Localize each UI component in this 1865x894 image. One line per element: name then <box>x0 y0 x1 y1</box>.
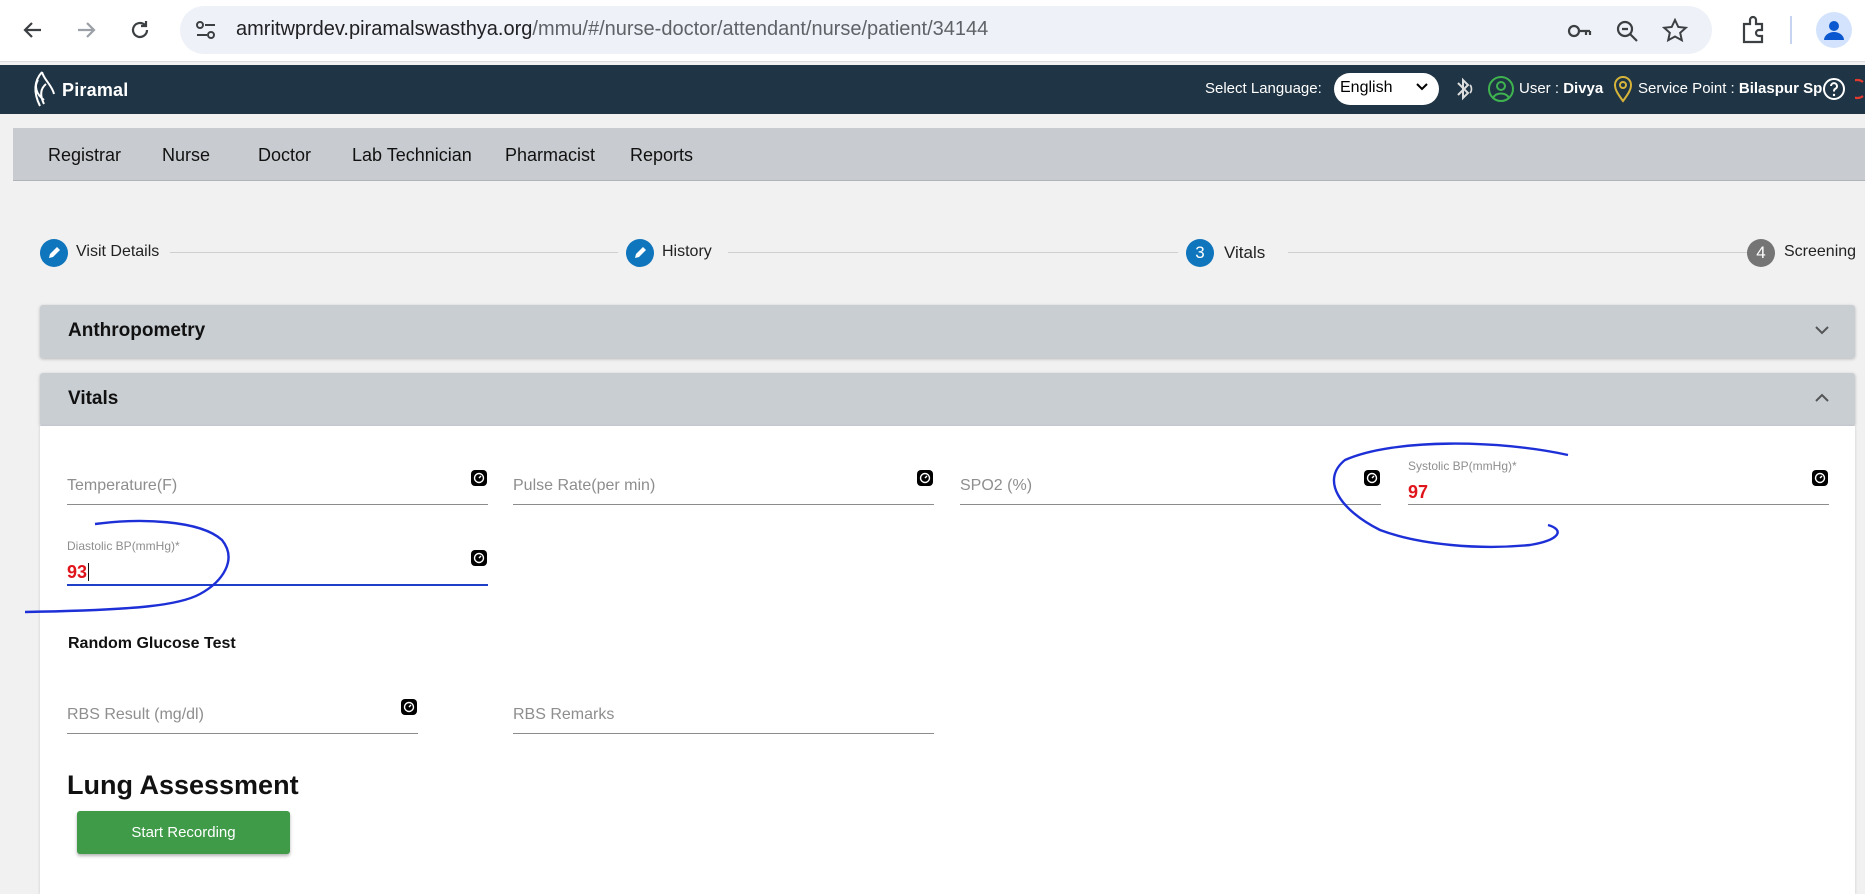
app-header: Piramal Select Language: English User : … <box>0 65 1865 114</box>
menu-item-pharmacist[interactable]: Pharmacist <box>505 145 595 166</box>
logout-icon[interactable] <box>1855 77 1865 101</box>
address-bar[interactable]: amritwprdev.piramalswasthya.org/mmu/#/nu… <box>180 6 1712 54</box>
help-icon[interactable] <box>1822 77 1846 101</box>
chevron-down-icon[interactable] <box>1813 321 1831 339</box>
start-recording-button[interactable]: Start Recording <box>77 811 290 854</box>
user-info: User : Divya <box>1519 80 1604 97</box>
vitals-panel-header[interactable]: Vitals <box>40 373 1855 426</box>
chevron-down-icon <box>1416 83 1428 91</box>
back-icon[interactable] <box>17 14 49 46</box>
systolic-bp-field[interactable]: Systolic BP(mmHg)* 97 <box>1408 459 1829 505</box>
site-settings-icon[interactable] <box>194 18 218 42</box>
piramal-logo: Piramal <box>28 70 128 110</box>
browser-toolbar: amritwprdev.piramalswasthya.org/mmu/#/nu… <box>0 0 1865 62</box>
toolbar-divider <box>1790 16 1792 44</box>
password-key-icon[interactable] <box>1566 18 1592 44</box>
step-connector <box>170 252 618 253</box>
device-info-icon[interactable] <box>470 549 488 567</box>
device-info-icon[interactable] <box>400 698 418 716</box>
reload-icon[interactable] <box>124 14 156 46</box>
menu-item-registrar[interactable]: Registrar <box>48 145 121 166</box>
step-history[interactable]: History <box>662 243 712 261</box>
select-language-label: Select Language: <box>1205 80 1322 97</box>
systolic-bp-value: 97 <box>1408 482 1429 502</box>
bluetooth-icon[interactable] <box>1450 76 1476 102</box>
diastolic-bp-label: Diastolic BP(mmHg)* <box>67 539 180 553</box>
anthropometry-panel-header[interactable]: Anthropometry <box>40 305 1855 358</box>
step-connector <box>1288 252 1748 253</box>
visit-stepper: Visit Details History 3 Vitals 4 Screeni… <box>0 235 1865 271</box>
diastolic-bp-value: 93 <box>67 562 90 582</box>
menu-item-doctor[interactable]: Doctor <box>258 145 311 166</box>
step-connector <box>728 252 1178 253</box>
anthropometry-title: Anthropometry <box>68 320 206 341</box>
diastolic-bp-field[interactable]: Diastolic BP(mmHg)* 93 <box>67 539 488 586</box>
pulse-rate-field[interactable]: Pulse Rate(per min) <box>513 465 934 505</box>
step-visit-details-edit-icon[interactable] <box>40 239 68 267</box>
systolic-bp-label: Systolic BP(mmHg)* <box>1408 459 1517 473</box>
step-history-edit-icon[interactable] <box>626 239 654 267</box>
device-info-icon[interactable] <box>470 469 488 487</box>
step-vitals[interactable]: Vitals <box>1224 243 1265 263</box>
menu-item-nurse[interactable]: Nurse <box>162 145 210 166</box>
role-menu: Registrar Nurse Doctor Lab Technician Ph… <box>13 128 1865 181</box>
extensions-icon[interactable] <box>1738 14 1770 46</box>
user-icon <box>1488 76 1514 102</box>
url-text: amritwprdev.piramalswasthya.org/mmu/#/nu… <box>236 18 989 40</box>
random-glucose-title: Random Glucose Test <box>68 635 236 652</box>
chevron-up-icon[interactable] <box>1813 389 1831 407</box>
temperature-field[interactable]: Temperature(F) <box>67 465 488 505</box>
location-pin-icon <box>1613 76 1633 103</box>
pulse-rate-placeholder: Pulse Rate(per min) <box>513 477 656 494</box>
lung-assessment-title: Lung Assessment <box>67 770 299 800</box>
rbs-result-placeholder: RBS Result (mg/dl) <box>67 706 204 723</box>
rbs-remarks-placeholder: RBS Remarks <box>513 706 615 723</box>
menu-item-reports[interactable]: Reports <box>630 145 693 166</box>
device-info-icon[interactable] <box>916 469 934 487</box>
piramal-logo-icon <box>34 71 55 107</box>
step-screening[interactable]: Screening <box>1784 243 1856 261</box>
logo-text: Piramal <box>62 79 129 100</box>
step-visit-details[interactable]: Visit Details <box>76 243 159 261</box>
forward-icon[interactable] <box>70 14 102 46</box>
profile-avatar[interactable] <box>1816 12 1852 48</box>
service-point-info: Service Point : Bilaspur Sp <box>1638 80 1823 97</box>
zoom-icon[interactable] <box>1614 18 1640 44</box>
spo2-placeholder: SPO2 (%) <box>960 477 1033 494</box>
step-screening-number[interactable]: 4 <box>1747 239 1775 267</box>
step-vitals-number[interactable]: 3 <box>1186 239 1214 267</box>
device-info-icon[interactable] <box>1811 469 1829 487</box>
rbs-remarks-field[interactable]: RBS Remarks <box>513 694 934 734</box>
spo2-field[interactable]: SPO2 (%) <box>960 465 1381 505</box>
vitals-title: Vitals <box>68 388 119 409</box>
menu-item-lab-technician[interactable]: Lab Technician <box>352 145 472 166</box>
bookmark-star-icon[interactable] <box>1662 18 1688 44</box>
language-value: English <box>1340 79 1393 96</box>
language-select[interactable]: English <box>1334 73 1439 105</box>
temperature-placeholder: Temperature(F) <box>67 477 178 494</box>
device-info-icon[interactable] <box>1363 469 1381 487</box>
rbs-result-field[interactable]: RBS Result (mg/dl) <box>67 694 418 734</box>
